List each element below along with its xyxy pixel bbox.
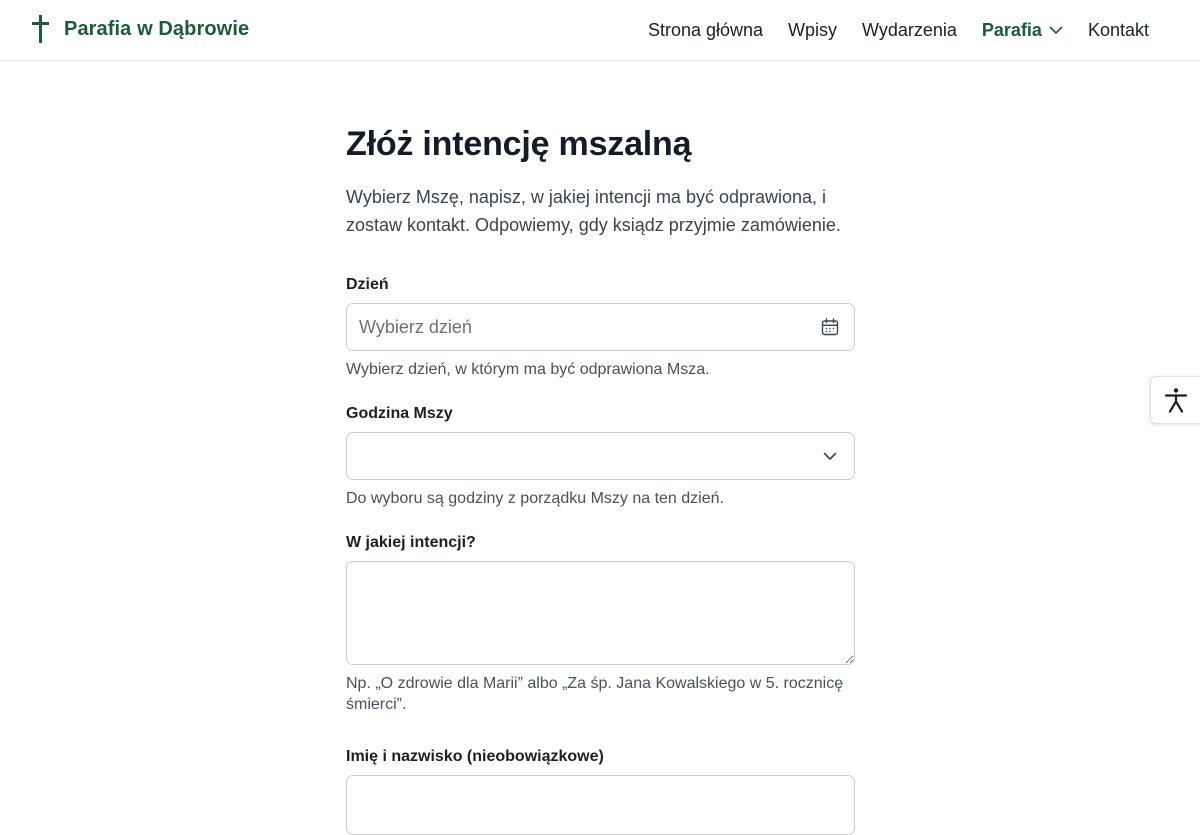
day-field: Dzień Wybierz dzień, w którym ma być odp…	[346, 275, 855, 380]
hour-hint: Do wyboru są godziny z porządku Mszy na …	[346, 490, 724, 507]
nav-item-label: Parafia	[981, 19, 1042, 40]
intention-hint: Np. „O zdrowie dla Marii” albo „Za śp. J…	[346, 675, 844, 713]
intention-form: Złóż intencję mszalną Wybierz Mszę, napi…	[346, 124, 855, 835]
name-input-wrap[interactable]	[346, 775, 855, 835]
chevron-down-icon	[1049, 26, 1063, 34]
site-header: Parafia w Dąbrowie Strona główna Wpisy W…	[0, 0, 1200, 61]
brand-link[interactable]: Parafia w Dąbrowie	[30, 14, 249, 44]
nav-item-contact[interactable]: Kontakt	[1088, 20, 1149, 41]
intention-field: W jakiej intencji? Np. „O zdrowie dla Ma…	[346, 533, 855, 715]
calendar-icon[interactable]	[820, 317, 840, 337]
cross-icon	[32, 15, 49, 43]
nav-item-label: Strona główna	[647, 19, 764, 40]
accessibility-button[interactable]	[1150, 376, 1200, 424]
hour-label: Godzina Mszy	[346, 405, 453, 422]
form-lead: Wybierz Mszę, napisz, w jakiej intencji …	[346, 187, 841, 235]
nav-item-label: Kontakt	[1087, 19, 1149, 40]
name-input[interactable]	[347, 776, 854, 834]
page-title: Złóż intencję mszalną	[346, 125, 692, 163]
nav-item-parish[interactable]: Parafia	[982, 20, 1063, 41]
name-field: Imię i nazwisko (nieobowiązkowe)	[346, 747, 855, 835]
nav-item-home[interactable]: Strona główna	[648, 20, 763, 41]
nav-item-label: Wpisy	[788, 19, 838, 40]
intention-textarea-wrap	[346, 561, 855, 665]
accessibility-person-icon	[1164, 388, 1188, 413]
day-picker[interactable]	[346, 303, 855, 351]
name-label: Imię i nazwisko (nieobowiązkowe)	[346, 748, 604, 765]
hour-select[interactable]	[346, 432, 855, 480]
day-input[interactable]	[347, 304, 854, 350]
nav-item-posts[interactable]: Wpisy	[788, 20, 837, 41]
nav-item-label: Wydarzenia	[862, 19, 957, 40]
intention-label: W jakiej intencji?	[346, 534, 476, 551]
chevron-down-icon[interactable]	[820, 446, 840, 466]
hour-field: Godzina Mszy Do wyboru są godziny z porz…	[346, 404, 855, 509]
main-nav: Strona główna Wpisy Wydarzenia Parafia K…	[623, 0, 1149, 60]
day-label: Dzień	[346, 276, 389, 293]
hour-select-input[interactable]	[347, 433, 854, 479]
nav-item-events[interactable]: Wydarzenia	[862, 20, 957, 41]
day-hint: Wybierz dzień, w którym ma być odprawion…	[346, 361, 710, 378]
intention-textarea[interactable]	[347, 562, 854, 664]
brand-name: Parafia w Dąbrowie	[64, 17, 250, 40]
